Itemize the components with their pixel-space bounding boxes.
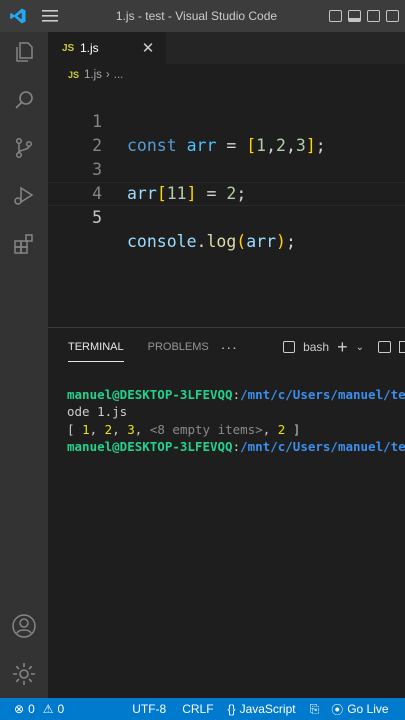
- eol-status[interactable]: CRLF: [182, 702, 213, 716]
- encoding-status[interactable]: UTF-8: [132, 702, 166, 716]
- breadcrumb-file[interactable]: 1.js: [84, 69, 102, 81]
- language-status[interactable]: {} JavaScript: [228, 702, 296, 716]
- window-title: 1.js - test - Visual Studio Code: [115, 9, 278, 23]
- error-icon: ⊗: [14, 702, 25, 716]
- title-bar: 1.js - test - Visual Studio Code: [0, 0, 405, 32]
- terminal-line: manuel@DESKTOP-3LFEVQQ:/mnt/c/Users/manu…: [67, 386, 405, 402]
- javascript-file-icon: JS: [62, 42, 75, 54]
- toggle-panel-icon[interactable]: [348, 10, 361, 22]
- breadcrumb-more[interactable]: ...: [114, 69, 124, 81]
- tab-1js[interactable]: JS 1.js ✕: [48, 32, 166, 64]
- code-line: 5 console.log(arr);: [48, 182, 405, 251]
- trash-icon[interactable]: [399, 341, 405, 353]
- feedback-icon[interactable]: ⎘: [310, 702, 320, 717]
- javascript-file-icon: JS: [68, 70, 80, 80]
- code-line: 3 arr[11] = 2;: [48, 134, 405, 203]
- code-line: 2: [48, 110, 405, 155]
- source-control-icon[interactable]: [0, 124, 48, 172]
- terminal-icon: [283, 341, 296, 353]
- toggle-sidebar-icon[interactable]: [329, 10, 342, 22]
- tab-label: 1.js: [80, 41, 99, 55]
- menu-icon[interactable]: [36, 10, 64, 22]
- split-terminal-icon[interactable]: [378, 341, 391, 353]
- activity-bar: [0, 32, 48, 698]
- tab-terminal[interactable]: TERMINAL: [68, 333, 124, 362]
- extensions-icon[interactable]: [0, 220, 48, 268]
- customize-layout-icon[interactable]: [386, 10, 399, 22]
- close-icon[interactable]: ✕: [136, 39, 160, 57]
- settings-gear-icon[interactable]: [0, 650, 48, 698]
- terminal-line: manuel@DESKTOP-3LFEVQQ:/mnt/c/Users/manu…: [67, 439, 405, 454]
- toggle-secondary-sidebar-icon[interactable]: [367, 10, 380, 22]
- explorer-icon[interactable]: [0, 28, 48, 76]
- breadcrumb-separator: ›: [105, 69, 110, 81]
- code-line: 1 const arr = [1,2,3];: [48, 86, 405, 155]
- vscode-logo-icon[interactable]: [0, 7, 36, 25]
- code-line: 4: [48, 158, 405, 203]
- status-bar: ⊗ 0 ⚠ 0 UTF-8 CRLF {} JavaScript ⎘ ⦿ Go …: [0, 698, 405, 720]
- breadcrumb: JS 1.js › ...: [48, 64, 405, 86]
- bottom-panel: TERMINAL PROBLEMS ··· bash + ⌄ manuel@DE…: [48, 327, 405, 699]
- tab-problems[interactable]: PROBLEMS: [148, 341, 209, 353]
- problems-status[interactable]: ⊗ 0 ⚠ 0: [14, 702, 64, 716]
- new-terminal-plus-icon[interactable]: +: [337, 337, 348, 358]
- broadcast-icon: ⦿: [331, 702, 344, 717]
- code-editor[interactable]: 1 const arr = [1,2,3]; 2 3 arr[11] = 2; …: [48, 86, 405, 326]
- braces-icon: {}: [227, 702, 236, 716]
- account-icon[interactable]: [0, 602, 48, 650]
- terminal-shell-selector[interactable]: bash: [303, 340, 329, 354]
- run-debug-icon[interactable]: [0, 172, 48, 220]
- more-actions-icon[interactable]: ···: [221, 339, 238, 355]
- terminal-line: [ 1, 2, 3, <8 empty items>, 2 ]: [67, 421, 301, 437]
- terminal-line: ode 1.js: [67, 404, 128, 419]
- chevron-down-icon[interactable]: ⌄: [356, 342, 364, 353]
- go-live-button[interactable]: ⦿ Go Live: [331, 701, 388, 718]
- warning-icon: ⚠: [42, 702, 54, 716]
- search-icon[interactable]: [0, 76, 48, 124]
- editor-tabs: JS 1.js ✕: [48, 32, 405, 64]
- line-number: 5: [92, 208, 102, 227]
- terminal-output[interactable]: manuel@DESKTOP-3LFEVQQ:/mnt/c/Users/manu…: [67, 368, 405, 456]
